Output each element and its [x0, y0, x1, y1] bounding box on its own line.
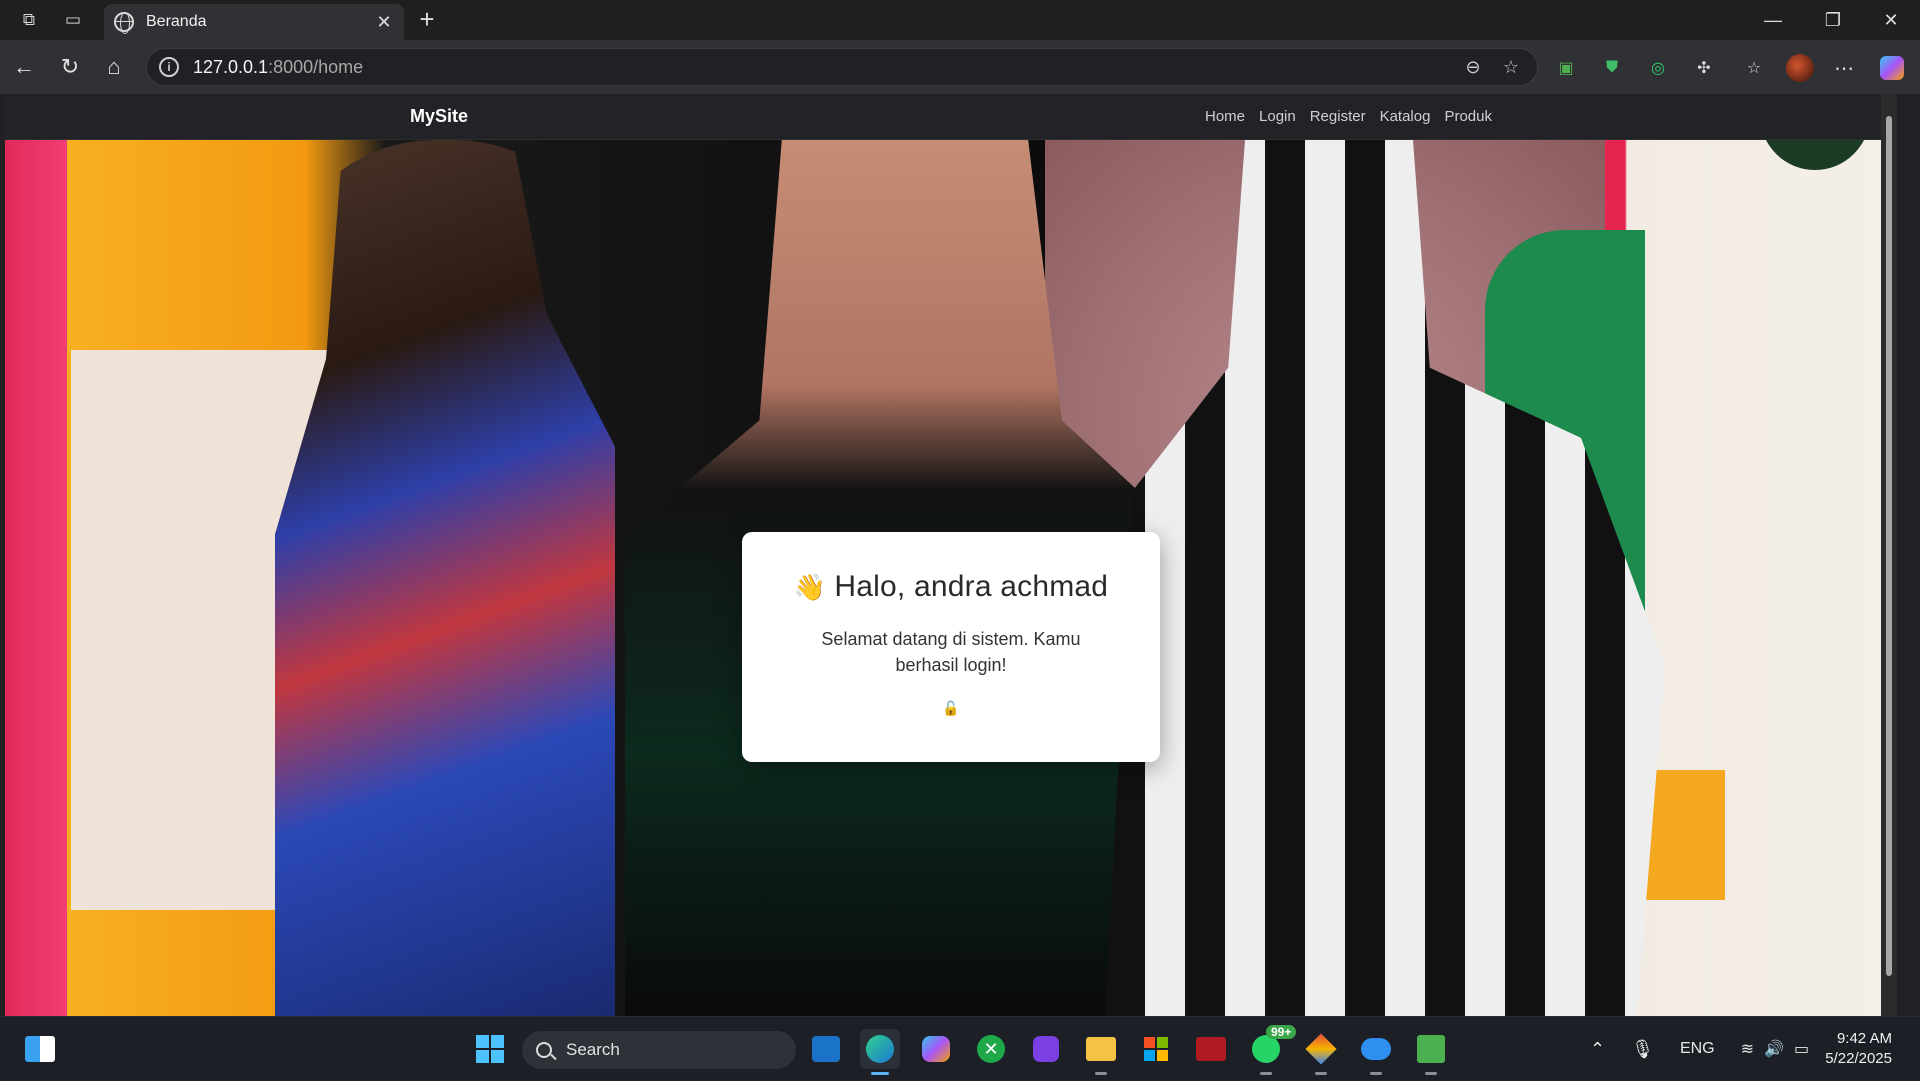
reload-button[interactable]: ↻ [54, 52, 86, 84]
wifi-icon[interactable]: ≋ [1741, 1039, 1754, 1059]
profile-avatar[interactable] [1786, 54, 1814, 82]
game-app-icon[interactable] [1191, 1029, 1231, 1069]
whatsapp-icon[interactable]: 99+ [1246, 1025, 1297, 1075]
taskbar-clock[interactable]: 9:42 AM 5/22/2025 [1825, 1029, 1892, 1069]
nav-produk-link[interactable]: Produk [1444, 108, 1492, 125]
clock-time: 9:42 AM [1836, 1030, 1892, 1047]
scrollbar-thumb[interactable] [1886, 116, 1892, 976]
microsoft-store-icon[interactable] [1136, 1029, 1176, 1069]
site-nav-links: Home Login Register Katalog Produk [1205, 108, 1492, 125]
site-brand[interactable]: MySite [410, 106, 468, 127]
refresh-extension-icon[interactable]: ◎ [1644, 54, 1672, 82]
start-windows-icon[interactable] [470, 1029, 510, 1069]
clock-date: 5/22/2025 [1825, 1050, 1892, 1067]
page-scrollbar[interactable] [1881, 94, 1897, 1016]
player-left [275, 140, 615, 1016]
browser-tab-strip: ⧉ ▭ Beranda ✕ + — ❐ ✕ [0, 0, 1920, 40]
nav-home-link[interactable]: Home [1205, 108, 1245, 125]
address-bar[interactable]: i 127.0.0.1:8000/home ⊖ ☆ [146, 48, 1538, 86]
restore-button[interactable]: ❐ [1810, 6, 1856, 34]
cloud-app-icon[interactable] [1356, 1029, 1396, 1075]
battery-icon[interactable]: ▭ [1794, 1039, 1809, 1059]
unlock-icon: 🔓 [942, 700, 960, 716]
whatsapp-badge: 99+ [1266, 1025, 1297, 1039]
nav-register-link[interactable]: Register [1310, 108, 1366, 125]
site-info-icon[interactable]: i [159, 57, 179, 77]
widgets-icon[interactable] [20, 1029, 60, 1069]
favorite-star-icon[interactable]: ☆ [1499, 56, 1523, 80]
close-window-button[interactable]: ✕ [1868, 6, 1914, 34]
outlook-icon[interactable] [806, 1029, 846, 1069]
tab-actions-icon[interactable]: ▭ [58, 6, 88, 34]
taskbar-search-input[interactable]: Search [522, 1031, 796, 1069]
new-tab-button[interactable]: + [412, 6, 442, 34]
system-tray: ⌃ 🎙 ENG ≋ 🔊 ▭ [1590, 1017, 1809, 1081]
url-host: 127.0.0.1 [193, 56, 269, 77]
file-explorer-icon[interactable] [1081, 1029, 1121, 1075]
workspaces-icon[interactable]: ⧉ [14, 6, 44, 34]
welcome-card: 👋 Halo, andra achmad Selamat datang di si… [742, 532, 1160, 762]
hero-background-image: 👋 Halo, andra achmad Selamat datang di si… [5, 140, 1897, 1016]
tab-title: Beranda [146, 13, 207, 30]
windows-taskbar: Search ✕ 99+ ⌃ 🎙 ENG ≋ 🔊 ▭ 9:42 AM 5/22/… [0, 1016, 1920, 1080]
site-navbar: MySite Home Login Register Katalog Produ… [5, 94, 1897, 140]
git-app-icon[interactable] [1301, 1029, 1341, 1075]
home-button[interactable]: ⌂ [98, 52, 130, 84]
nav-login-link[interactable]: Login [1259, 108, 1296, 125]
page-viewport: MySite Home Login Register Katalog Produ… [5, 94, 1897, 1016]
copilot-icon[interactable] [1878, 54, 1906, 82]
wave-hand-icon: 👋 [793, 572, 827, 602]
welcome-heading: 👋 Halo, andra achmad [742, 570, 1160, 604]
favorites-icon[interactable]: ☆ [1740, 54, 1768, 82]
welcome-message: Selamat datang di sistem. Kamu berhasil … [821, 629, 1081, 675]
microphone-icon[interactable]: 🎙 [1631, 1039, 1654, 1060]
chart-app-icon[interactable] [1411, 1029, 1451, 1075]
back-button[interactable]: ← [8, 52, 40, 84]
extensions-puzzle-icon[interactable]: ✣ [1690, 54, 1718, 82]
nav-katalog-link[interactable]: Katalog [1380, 108, 1431, 125]
more-options-icon[interactable]: ⋯ [1830, 54, 1858, 82]
photos-app-icon[interactable] [1026, 1029, 1066, 1069]
volume-icon[interactable]: 🔊 [1764, 1039, 1784, 1059]
xbox-icon[interactable]: ✕ [971, 1029, 1011, 1069]
browser-toolbar: ← ↻ ⌂ i 127.0.0.1:8000/home ⊖ ☆ ▣ ⛊ ◎ ✣ … [0, 40, 1920, 94]
dark-green-circle [1760, 140, 1870, 170]
zoom-icon[interactable]: ⊖ [1461, 56, 1485, 80]
copilot-app-icon[interactable] [916, 1029, 956, 1069]
edge-icon[interactable] [860, 1029, 900, 1075]
minimize-button[interactable]: — [1750, 6, 1796, 34]
search-placeholder: Search [566, 1040, 620, 1059]
shield-extension-icon[interactable]: ⛊ [1598, 54, 1626, 82]
greeting-text: Halo, andra achmad [834, 570, 1109, 603]
chevron-up-icon[interactable]: ⌃ [1590, 1039, 1605, 1060]
translate-extension-icon[interactable]: ▣ [1552, 54, 1580, 82]
close-tab-icon[interactable]: ✕ [374, 12, 394, 33]
language-indicator[interactable]: ENG [1680, 1040, 1715, 1058]
tab-beranda[interactable]: Beranda ✕ [104, 4, 404, 40]
globe-icon [114, 12, 134, 34]
url-path: :8000/home [268, 56, 364, 77]
search-icon [536, 1042, 552, 1058]
